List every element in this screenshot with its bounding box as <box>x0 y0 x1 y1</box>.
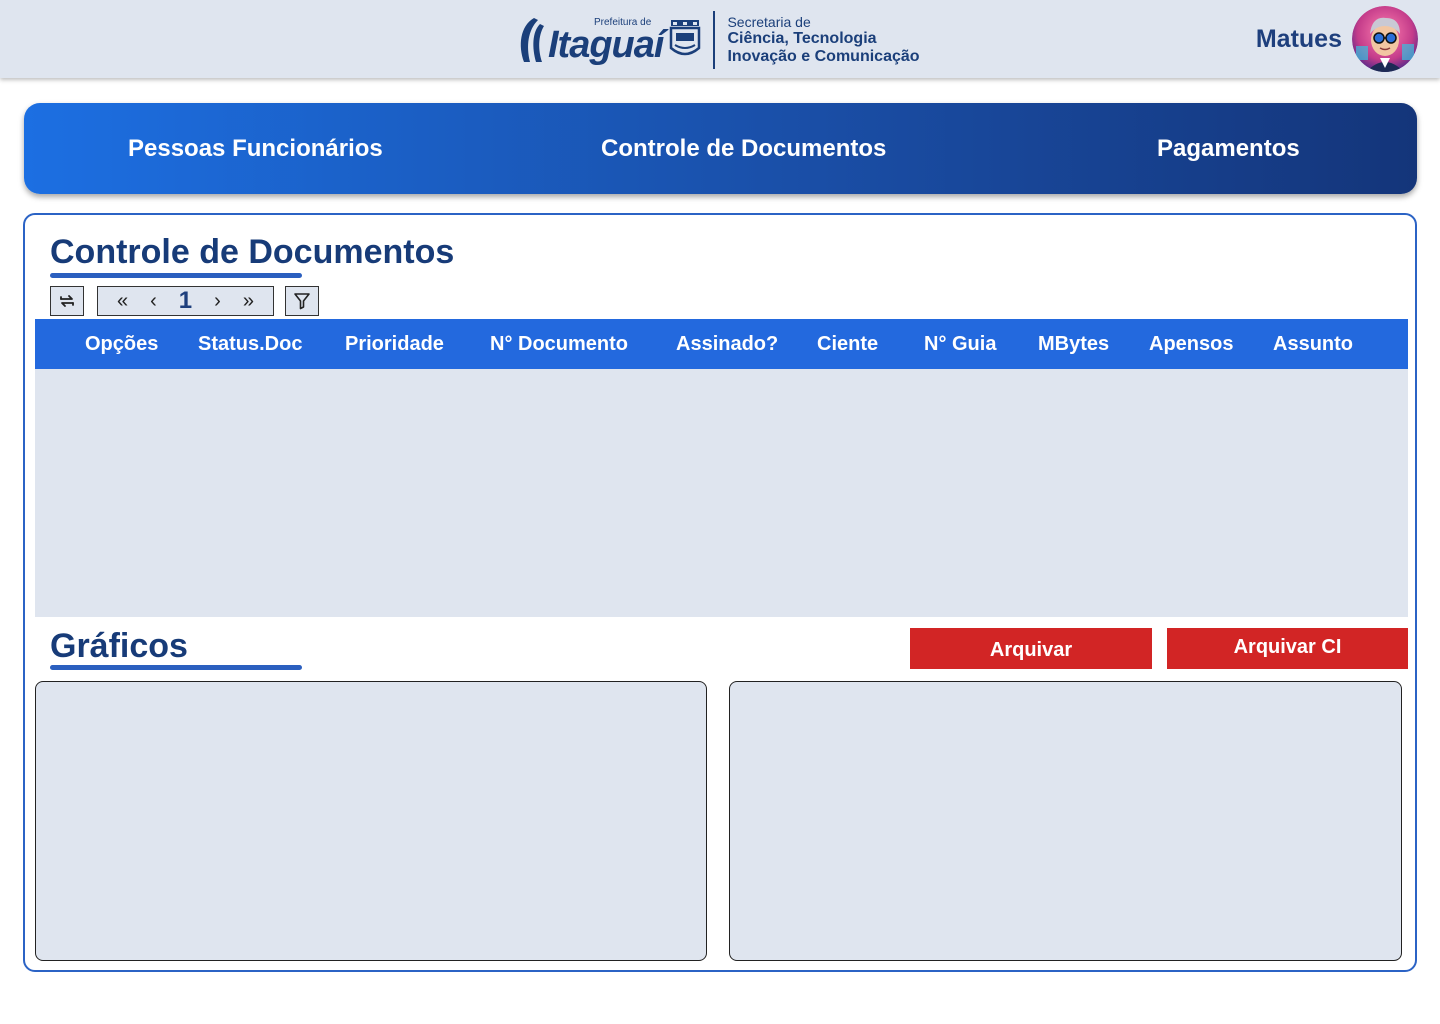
column-header[interactable]: N° Documento <box>490 333 628 356</box>
column-header[interactable]: Ciente <box>817 333 878 356</box>
secretaria-name: Secretaria de Ciência, Tecnologia Inovaç… <box>727 14 920 65</box>
avatar[interactable] <box>1352 6 1418 72</box>
top-header: Prefeitura de Itaguaí Secretaria de Ciên… <box>0 0 1440 78</box>
column-header[interactable]: Assinado? <box>676 333 778 356</box>
city-logo: Prefeitura de Itaguaí Secretaria de Ciên… <box>516 10 920 70</box>
user-name: Matues <box>1255 24 1342 53</box>
filter-button[interactable] <box>285 286 319 316</box>
documents-table-body <box>35 369 1408 617</box>
chart-area-left <box>35 681 707 961</box>
column-header[interactable]: N° Guia <box>924 333 996 356</box>
nav-item-pessoas-funcionarios[interactable]: Pessoas Funcionários <box>128 135 383 163</box>
logo-divider <box>713 11 716 69</box>
column-header[interactable]: Prioridade <box>345 333 444 356</box>
title-underline <box>50 273 302 278</box>
current-page: 1 <box>178 287 193 314</box>
graphs-title-underline <box>50 665 302 670</box>
graphs-title: Gráficos <box>50 627 188 665</box>
nav-item-controle-documentos[interactable]: Controle de Documentos <box>601 135 886 163</box>
first-page-icon[interactable]: « <box>117 291 128 311</box>
documents-panel: Controle de Documentos « ‹ 1 › » Opções … <box>23 213 1417 972</box>
refresh-button[interactable] <box>50 286 84 316</box>
filter-icon <box>294 293 310 310</box>
main-nav: Pessoas Funcionários Controle de Documen… <box>24 103 1417 194</box>
column-header[interactable]: Status.Doc <box>198 333 302 356</box>
archive-ci-button[interactable]: Arquivar CI <box>1167 628 1408 669</box>
page-title: Controle de Documentos <box>50 233 455 271</box>
city-crest-icon <box>670 20 701 56</box>
last-page-icon[interactable]: » <box>243 291 254 311</box>
refresh-icon <box>60 295 74 307</box>
documents-table-header: Opções Status.Doc Prioridade N° Document… <box>35 319 1408 369</box>
prev-page-icon[interactable]: ‹ <box>150 291 157 311</box>
column-header[interactable]: Opções <box>85 333 158 356</box>
user-menu[interactable]: Matues <box>1256 6 1418 72</box>
column-header[interactable]: Apensos <box>1149 333 1233 356</box>
sail-logo-icon <box>520 18 544 62</box>
chart-area-right <box>729 681 1402 961</box>
archive-button[interactable]: Arquivar <box>910 628 1152 669</box>
column-header[interactable]: Assunto <box>1273 333 1353 356</box>
pagination: « ‹ 1 › » <box>97 286 274 316</box>
nav-item-pagamentos[interactable]: Pagamentos <box>1157 135 1300 163</box>
logo-name: Itaguaí <box>548 24 664 66</box>
next-page-icon[interactable]: › <box>214 291 221 311</box>
column-header[interactable]: MBytes <box>1038 333 1109 356</box>
